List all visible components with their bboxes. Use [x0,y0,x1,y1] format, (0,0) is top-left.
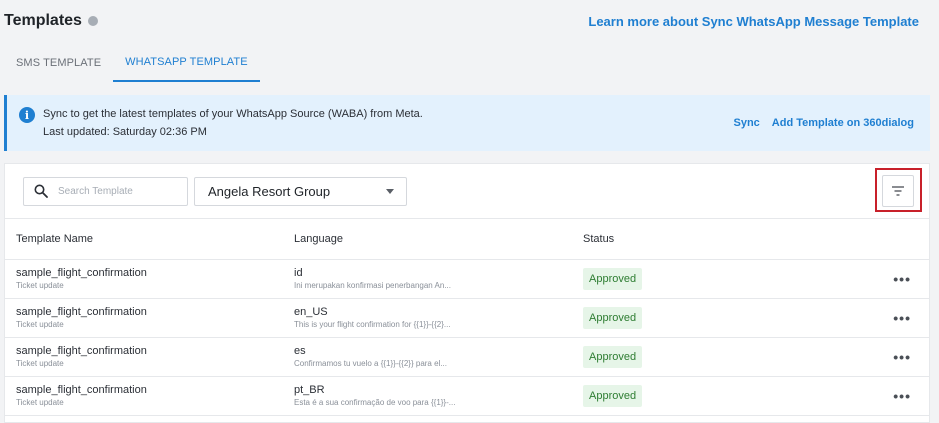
template-preview: Esta é a sua confirmação de voo para {{1… [294,398,456,407]
template-name: sample_flight_confirmation [16,306,147,318]
add-template-link[interactable]: Add Template on 360dialog [772,117,914,129]
banner-message: i Sync to get the latest templates of yo… [19,105,423,141]
table-row[interactable]: sample_flight_confirmation Ticket update… [5,299,929,338]
chevron-down-icon [386,188,394,194]
template-name: sample_flight_confirmation [16,384,147,396]
page-title: Templates [4,12,82,29]
more-options-icon[interactable]: ••• [893,349,911,365]
template-language: es [294,345,306,357]
banner-line-1: Sync to get the latest templates of your… [43,108,423,120]
source-select[interactable]: Angela Resort Group [194,176,407,206]
template-name: sample_flight_confirmation [16,267,147,279]
search-box[interactable] [23,176,188,206]
status-badge: Approved [583,346,643,368]
template-language: pt_BR [294,384,325,396]
learn-more-link[interactable]: Learn more about Sync WhatsApp Message T… [588,14,919,29]
status-badge: Approved [583,307,643,329]
tab-sms-template[interactable]: SMS TEMPLATE [4,44,113,82]
template-preview: Confirmamos tu vuelo a {{1}}-{{2}} para … [294,359,447,368]
filter-button[interactable] [882,175,914,207]
table-row[interactable]: sample_flight_confirmation Ticket update… [5,377,929,416]
template-category: Ticket update [16,359,64,368]
info-icon[interactable] [87,16,98,26]
template-preview: Ini merupakan konfirmasi penerbangan An.… [294,281,451,290]
header-language[interactable]: Language [294,233,583,245]
template-name: sample_flight_confirmation [16,345,147,357]
title-wrap: Templates [4,12,98,30]
search-input[interactable] [58,185,168,197]
banner-text: Sync to get the latest templates of your… [43,105,423,141]
status-badge: Approved [583,385,643,407]
more-options-icon[interactable]: ••• [893,310,911,326]
template-tabs: SMS TEMPLATE WHATSAPP TEMPLATE [4,44,260,82]
template-category: Ticket update [16,398,64,407]
filter-icon [892,186,904,196]
info-icon: i [19,107,35,123]
tab-whatsapp-template[interactable]: WHATSAPP TEMPLATE [113,44,260,82]
banner-line-2: Last updated: Saturday 02:36 PM [43,126,207,138]
banner-actions: Sync Add Template on 360dialog [733,117,914,129]
template-preview: This is your flight confirmation for {{1… [294,320,451,329]
status-badge: Approved [583,268,643,290]
template-language: id [294,267,303,279]
sync-banner: i Sync to get the latest templates of yo… [4,95,930,151]
template-table-card: Angela Resort Group Template Name Langua… [4,163,930,423]
template-category: Ticket update [16,320,64,329]
table-row[interactable]: sample_flight_confirmation Ticket update… [5,338,929,377]
more-options-icon[interactable]: ••• [893,388,911,404]
header-status[interactable]: Status [583,233,872,245]
search-icon [34,184,48,198]
table-row[interactable]: sample_flight_confirmation Ticket update… [5,260,929,299]
page-header: Templates Learn more about Sync WhatsApp… [0,0,939,42]
header-template-name[interactable]: Template Name [5,233,294,245]
sync-link[interactable]: Sync [733,117,759,129]
template-category: Ticket update [16,281,64,290]
source-select-value: Angela Resort Group [208,183,331,199]
more-options-icon[interactable]: ••• [893,271,911,287]
template-language: en_US [294,306,328,318]
table-header: Template Name Language Status [5,219,929,260]
table-toolbar: Angela Resort Group [5,164,929,219]
